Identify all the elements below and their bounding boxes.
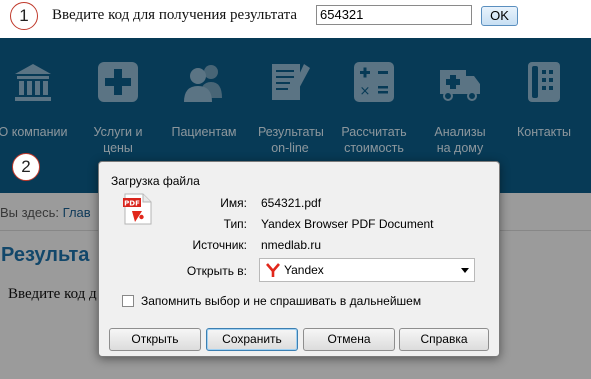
step-marker-1: 1 xyxy=(10,2,38,30)
open-button[interactable]: Открыть xyxy=(109,328,201,351)
file-name-value: 654321.pdf xyxy=(261,196,322,210)
remember-choice-checkbox[interactable] xyxy=(122,295,134,307)
step-marker-2: 2 xyxy=(12,153,40,181)
file-source-value: nmedlab.ru xyxy=(261,238,322,252)
chevron-down-icon xyxy=(461,268,469,273)
yandex-browser-icon xyxy=(266,263,280,277)
help-button[interactable]: Справка xyxy=(399,328,489,351)
open-with-label: Открыть в: xyxy=(186,264,247,278)
open-with-select[interactable]: Yandex xyxy=(259,258,475,282)
save-button[interactable]: Сохранить xyxy=(206,328,298,351)
cancel-button[interactable]: Отмена xyxy=(303,328,395,351)
file-download-dialog: Загрузка файла PDF Имя: 654321.pdf Тип: … xyxy=(98,161,500,357)
code-input[interactable]: 654321 xyxy=(316,5,472,25)
open-with-value: Yandex xyxy=(284,263,324,277)
source-label: Источник: xyxy=(192,238,247,252)
code-prompt: Введите код для получения результата xyxy=(52,7,297,23)
remember-choice-label[interactable]: Запомнить выбор и не спрашивать в дальне… xyxy=(141,294,421,308)
dialog-title: Загрузка файла xyxy=(111,174,200,188)
type-label: Тип: xyxy=(223,217,247,231)
code-form-bar: 1 Введите код для получения результата 6… xyxy=(0,0,591,38)
file-type-value: Yandex Browser PDF Document xyxy=(261,217,434,231)
name-label: Имя: xyxy=(220,196,247,210)
ok-button[interactable]: OK xyxy=(481,6,518,26)
